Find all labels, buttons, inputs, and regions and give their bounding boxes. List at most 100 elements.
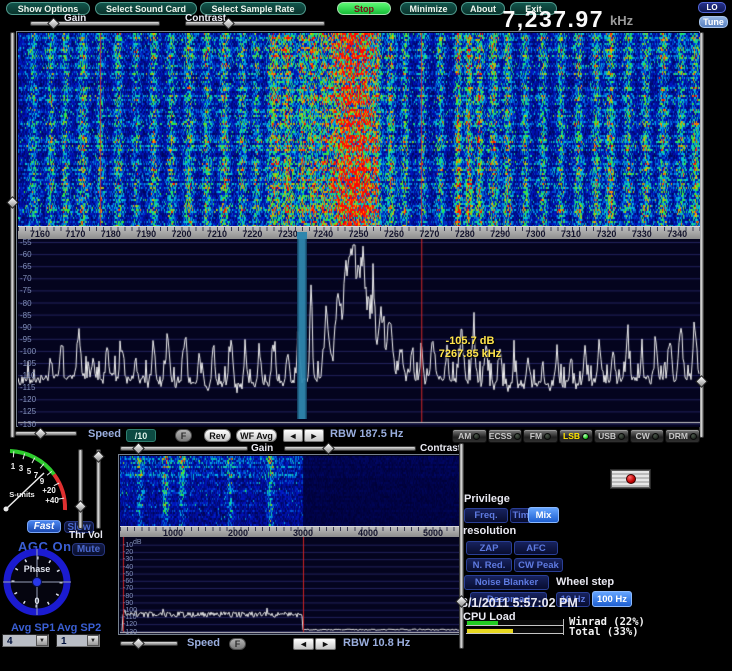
- aux-frequency-scale[interactable]: 1000 2000 3000 4000 5000: [120, 526, 460, 537]
- scale-aux-tick: 2000: [227, 528, 249, 537]
- mode-button-cw[interactable]: CW: [629, 429, 665, 443]
- db-main-tick: -110: [20, 371, 36, 381]
- mode-led-icon: [513, 432, 521, 440]
- privilege-freq-button[interactable]: Freq.: [464, 508, 508, 523]
- aux-zoom-in-arrow-icon[interactable]: ►: [315, 638, 336, 650]
- tune-button[interactable]: Tune: [699, 16, 728, 28]
- noise-blanker-button[interactable]: Noise Blanker: [464, 575, 549, 590]
- aux-display-panel: 1000 2000 3000 4000 5000 dB -10 -20 -30 -40 -50-…: [118, 454, 460, 636]
- avg-sp1-select[interactable]: 4 ▼: [2, 634, 49, 647]
- mode-led-icon: [651, 432, 659, 440]
- passband-marker[interactable]: [296, 239, 307, 419]
- minimize-button[interactable]: Minimize: [400, 2, 457, 15]
- mode-button-drm[interactable]: DRM: [665, 429, 701, 443]
- f-button-aux[interactable]: F: [229, 638, 246, 650]
- agc-fast-button[interactable]: Fast: [27, 520, 61, 533]
- aux-contrast-slider[interactable]: [284, 446, 416, 451]
- aux-speed-slider[interactable]: [120, 641, 178, 646]
- scale-main-tick: 7190: [136, 229, 157, 239]
- db-aux-tick: -50: [123, 570, 134, 578]
- avg-sp2-value: 1: [61, 636, 67, 647]
- db-main-tick: -60: [20, 250, 32, 260]
- avg-sp2-select[interactable]: 1 ▼: [56, 634, 100, 647]
- speed-divider-box[interactable]: /10: [126, 429, 156, 442]
- mode-button-usb[interactable]: USB: [594, 429, 629, 443]
- mode-label: LSB: [563, 431, 581, 441]
- cw-peak-button[interactable]: CW Peak: [514, 558, 563, 572]
- f-button-main[interactable]: F: [175, 429, 192, 442]
- privilege-mix-button[interactable]: Mix: [528, 507, 559, 523]
- s-meter-tick-9: 9: [40, 477, 45, 486]
- passband-scale-marker[interactable]: [296, 232, 307, 239]
- db-aux-tick: -60: [123, 578, 134, 586]
- zoom-out-arrow-icon[interactable]: ◄: [283, 429, 303, 442]
- aux-waterfall-canvas[interactable]: [120, 456, 460, 526]
- db-aux-tick: -100: [123, 606, 138, 614]
- aux-speed-thumb[interactable]: [132, 637, 145, 650]
- scale-main-tick: 7230: [277, 229, 298, 239]
- phase-zero-label: 0: [34, 596, 39, 606]
- mode-button-fm[interactable]: FM: [523, 429, 558, 443]
- main-gain-thumb[interactable]: [47, 17, 60, 30]
- noise-reduction-button[interactable]: N. Red.: [466, 558, 512, 572]
- mode-label: USB: [598, 431, 617, 441]
- main-spectrum-canvas[interactable]: [18, 239, 700, 427]
- privilege-label: Privilege: [464, 493, 510, 505]
- main-waterfall-canvas[interactable]: [18, 33, 700, 226]
- scale-aux-tick: 1000: [162, 528, 184, 537]
- rev-button[interactable]: Rev: [204, 429, 231, 442]
- mode-button-lsb[interactable]: LSB: [558, 429, 594, 443]
- threshold-thumb[interactable]: [74, 500, 87, 513]
- left-zoom-slider[interactable]: [10, 32, 15, 438]
- dropdown-arrow-icon[interactable]: ▼: [36, 635, 48, 646]
- s-meter-tick-3: 3: [19, 464, 24, 473]
- frequency-readout: 7,237.97: [502, 6, 604, 32]
- main-speed-label: Speed: [88, 428, 122, 440]
- main-speed-thumb[interactable]: [34, 427, 47, 440]
- scale-main-tick: 7200: [171, 229, 192, 239]
- wheel-step-100hz-button[interactable]: 100 Hz: [592, 591, 632, 607]
- dropdown-arrow-icon[interactable]: ▼: [87, 635, 99, 646]
- db-main-tick: -95: [20, 334, 32, 344]
- afc-button[interactable]: AFC: [514, 541, 558, 555]
- wf-avg-button[interactable]: WF Avg: [236, 429, 277, 442]
- mode-button-am[interactable]: AM: [452, 429, 487, 443]
- main-contrast-slider[interactable]: [185, 21, 325, 26]
- lo-button[interactable]: LO: [698, 2, 726, 13]
- stop-button[interactable]: Stop: [337, 2, 391, 15]
- zoom-in-arrow-icon[interactable]: ►: [304, 429, 324, 442]
- scale-main-tick: 7210: [206, 229, 227, 239]
- frequency-unit: kHz: [610, 13, 634, 28]
- db-aux-tick: -10: [123, 542, 134, 549]
- select-sound-card-button[interactable]: Select Sound Card: [95, 2, 197, 15]
- cpu-bar-total-fill: [467, 629, 514, 633]
- zap-button[interactable]: ZAP: [466, 541, 512, 555]
- scale-main-tick: 7280: [454, 229, 475, 239]
- scale-main-tick: 7310: [560, 229, 581, 239]
- volume-thumb[interactable]: [92, 450, 105, 463]
- main-db-axis: -55 -60 -65 -70 -75 -80 -85 -90 -95 -100 -105 -110 -…: [20, 238, 44, 429]
- scale-aux-tick: 5000: [422, 528, 444, 537]
- winrad-window: Show Options Select Sound Card Select Sa…: [0, 0, 732, 671]
- db-aux-tick: -120: [123, 621, 138, 629]
- record-button[interactable]: [611, 470, 650, 488]
- aux-contrast-thumb[interactable]: [322, 442, 335, 455]
- resolution-label: resolution: [463, 525, 517, 537]
- mode-label: DRM: [668, 431, 688, 441]
- main-frequency-scale[interactable]: 7160 7170 7180 7190 7200 7210 7220 7230 7240 7250…: [18, 226, 700, 239]
- aux-spectrum-canvas[interactable]: [120, 537, 460, 634]
- aux-zoom-out-arrow-icon[interactable]: ◄: [293, 638, 314, 650]
- phase-dial: Phase 0: [3, 548, 71, 616]
- db-main-tick: -75: [20, 286, 32, 296]
- scale-aux-tick: 3000: [292, 528, 314, 537]
- db-aux-tick: -20: [123, 549, 134, 557]
- cursor-readout: -105.7 dB 7267.85 kHz: [426, 335, 514, 361]
- mode-label: ECSS: [488, 431, 512, 441]
- db-main-tick: -65: [20, 262, 32, 272]
- db-aux-tick: -90: [123, 599, 134, 607]
- aux-gain-thumb[interactable]: [132, 442, 145, 455]
- mode-button-ecss[interactable]: ECSS: [487, 429, 523, 443]
- db-main-tick: -80: [20, 298, 32, 308]
- threshold-slider[interactable]: [78, 449, 83, 529]
- db-aux-tick: -70: [123, 585, 134, 593]
